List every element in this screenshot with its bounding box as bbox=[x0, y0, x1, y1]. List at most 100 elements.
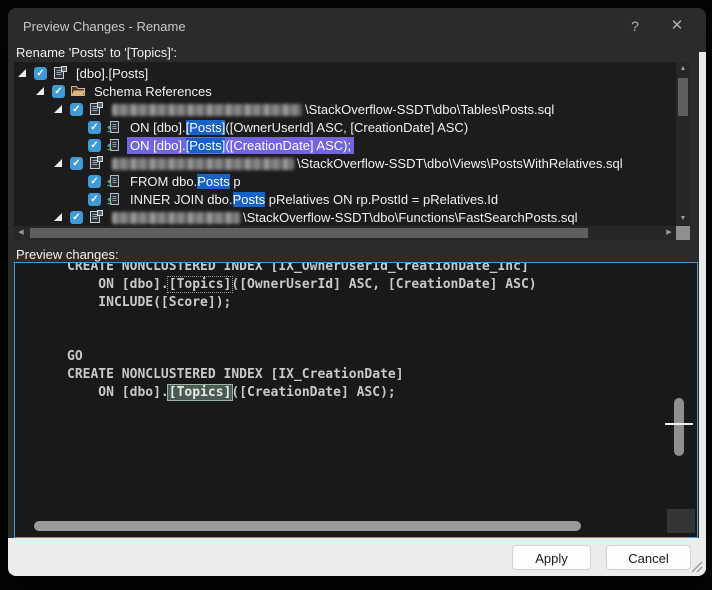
label-text: FROM dbo. bbox=[130, 174, 197, 189]
tree-row[interactable]: ✓ Schema References bbox=[14, 82, 676, 100]
tree-row-label: \StackOverflow-SSDT\dbo\Tables\Posts.sql bbox=[109, 101, 557, 118]
tree-row[interactable]: ✓ \StackOverflow-SSDT\dbo\Tables\Posts.sq… bbox=[14, 100, 676, 118]
code-text: INCLUDE([Score]); bbox=[67, 295, 231, 310]
code-scrollbar-corner bbox=[667, 509, 695, 533]
reference-tree-panel: ✓ [dbo].[Posts] ✓ Schema References ✓ \StackO… bbox=[14, 62, 690, 240]
desktop-backdrop: Preview Changes - Rename ? ✕ Rename 'Pos… bbox=[0, 0, 712, 590]
checkbox-icon[interactable]: ✓ bbox=[88, 139, 101, 152]
expander-icon[interactable] bbox=[54, 213, 62, 221]
label-text: INNER JOIN dbo. bbox=[130, 192, 233, 207]
scrollbar-change-marker bbox=[665, 423, 693, 425]
tree-vscroll-thumb[interactable] bbox=[678, 78, 688, 116]
code-vscroll-thumb[interactable] bbox=[674, 398, 684, 456]
dialog-edge-strip bbox=[699, 52, 706, 538]
code-text: GO bbox=[67, 349, 83, 364]
code-line: GO bbox=[67, 348, 537, 366]
sql-code: CREATE NONCLUSTERED INDEX [IX_OwnerUserI… bbox=[67, 262, 537, 402]
label-text: ([CreationDate] ASC); bbox=[225, 138, 351, 153]
label-text: ON [dbo]. bbox=[130, 138, 186, 153]
table-icon bbox=[52, 65, 69, 81]
tree-row-label: [dbo].[Posts] bbox=[73, 65, 151, 82]
code-hscroll-thumb[interactable] bbox=[34, 521, 581, 531]
dialog-footer: Apply Cancel bbox=[8, 538, 706, 576]
scroll-left-icon[interactable]: ◀ bbox=[14, 226, 28, 240]
preview-changes-label: Preview changes: bbox=[16, 247, 119, 262]
redacted-path bbox=[112, 104, 302, 116]
reference-icon bbox=[106, 191, 123, 207]
renamed-token: [Posts] bbox=[186, 120, 226, 135]
checkbox-icon[interactable]: ✓ bbox=[52, 85, 65, 98]
expander-icon[interactable] bbox=[18, 69, 26, 77]
renamed-token: [Posts] bbox=[186, 138, 226, 153]
tree-row-label: ON [dbo].[Posts]([OwnerUserId] ASC, [Cre… bbox=[127, 119, 471, 136]
code-text: ON [dbo]. bbox=[67, 277, 169, 292]
tree-row[interactable]: ✓ FROM dbo.Posts p bbox=[14, 172, 676, 190]
tree-row[interactable]: ✓ ON [dbo].[Posts]([CreationDate] ASC); bbox=[14, 136, 676, 154]
resize-grip-icon[interactable] bbox=[689, 559, 703, 573]
checkbox-icon[interactable]: ✓ bbox=[70, 157, 83, 170]
tree-row[interactable]: ✓ \StackOverflow-SSDT\dbo\Functions\FastS… bbox=[14, 208, 676, 226]
code-line: ON [dbo].[Topics]([CreationDate] ASC); bbox=[67, 384, 537, 402]
code-line: ON [dbo].[Topics]([OwnerUserId] ASC, [Cr… bbox=[67, 276, 537, 294]
tree-row[interactable]: ✓ \StackOverflow-SSDT\dbo\Views\PostsWith… bbox=[14, 154, 676, 172]
tree-row[interactable]: ✓ ON [dbo].[Posts]([OwnerUserId] ASC, [Cr… bbox=[14, 118, 676, 136]
help-icon[interactable]: ? bbox=[624, 15, 646, 37]
reference-tree: ✓ [dbo].[Posts] ✓ Schema References ✓ \StackO… bbox=[14, 64, 676, 226]
checkbox-icon[interactable]: ✓ bbox=[34, 67, 47, 80]
reference-icon bbox=[106, 137, 123, 153]
cancel-button[interactable]: Cancel bbox=[606, 545, 691, 570]
label-text: p bbox=[230, 174, 241, 189]
code-text: CREATE NONCLUSTERED INDEX [IX_CreationDa… bbox=[67, 367, 404, 382]
scrollbar-corner bbox=[676, 226, 690, 240]
tree-horizontal-scrollbar[interactable]: ◀ ▶ bbox=[14, 226, 676, 240]
expander-icon[interactable] bbox=[36, 87, 44, 95]
expander-icon[interactable] bbox=[54, 105, 62, 113]
rename-target-token: [Topics] bbox=[167, 276, 234, 293]
rename-target-token: [Topics] bbox=[167, 384, 234, 401]
checkbox-icon[interactable]: ✓ bbox=[88, 175, 101, 188]
scroll-up-icon[interactable]: ▲ bbox=[676, 62, 690, 76]
code-line bbox=[67, 312, 537, 330]
sql-file-icon bbox=[88, 101, 105, 117]
tree-hscroll-thumb[interactable] bbox=[30, 228, 588, 238]
code-line: CREATE NONCLUSTERED INDEX [IX_CreationDa… bbox=[67, 366, 537, 384]
code-line: INCLUDE([Score]); bbox=[67, 294, 537, 312]
tree-row-label: \StackOverflow-SSDT\dbo\Views\PostsWithR… bbox=[109, 155, 626, 172]
scroll-right-icon[interactable]: ▶ bbox=[662, 226, 676, 240]
checkbox-icon[interactable]: ✓ bbox=[70, 103, 83, 116]
code-text: ON [dbo]. bbox=[67, 385, 169, 400]
scroll-down-icon[interactable]: ▼ bbox=[676, 212, 690, 226]
code-text: ([CreationDate] ASC); bbox=[231, 385, 395, 400]
reference-icon bbox=[106, 119, 123, 135]
renamed-token: Posts bbox=[233, 192, 266, 207]
tree-row[interactable]: ✓ [dbo].[Posts] bbox=[14, 64, 676, 82]
expander-icon[interactable] bbox=[54, 159, 62, 167]
close-icon[interactable]: ✕ bbox=[666, 15, 688, 37]
tree-row-label: ON [dbo].[Posts]([CreationDate] ASC); bbox=[127, 137, 354, 154]
apply-button[interactable]: Apply bbox=[512, 545, 591, 570]
code-text: CREATE NONCLUSTERED INDEX [IX_OwnerUserI… bbox=[67, 262, 529, 274]
checkbox-icon[interactable]: ✓ bbox=[88, 193, 101, 206]
renamed-token: Posts bbox=[197, 174, 230, 189]
tree-row-label: \StackOverflow-SSDT\dbo\Functions\FastSe… bbox=[109, 209, 581, 226]
tree-row-label: INNER JOIN dbo.Posts pRelatives ON rp.Po… bbox=[127, 191, 501, 208]
preview-changes-dialog: Preview Changes - Rename ? ✕ Rename 'Pos… bbox=[8, 8, 706, 576]
rename-label: Rename 'Posts' to '[Topics]': bbox=[16, 45, 177, 60]
label-text: ON [dbo]. bbox=[130, 120, 186, 135]
label-text: pRelatives ON rp.PostId = pRelatives.Id bbox=[265, 192, 498, 207]
redacted-path bbox=[112, 158, 294, 170]
folder-icon bbox=[70, 83, 87, 99]
titlebar[interactable]: Preview Changes - Rename ? ✕ bbox=[8, 8, 706, 42]
tree-vertical-scrollbar[interactable]: ▲ ▼ bbox=[676, 62, 690, 226]
sql-file-icon bbox=[88, 155, 105, 171]
code-text: ([OwnerUserId] ASC, [CreationDate] ASC) bbox=[231, 277, 536, 292]
tree-row[interactable]: ✓ INNER JOIN dbo.Posts pRelatives ON rp.P… bbox=[14, 190, 676, 208]
label-text: \StackOverflow-SSDT\dbo\Tables\Posts.sql bbox=[305, 102, 554, 117]
tree-row-label: FROM dbo.Posts p bbox=[127, 173, 244, 190]
label-text: \StackOverflow-SSDT\dbo\Functions\FastSe… bbox=[243, 210, 578, 225]
code-line: CREATE NONCLUSTERED INDEX [IX_OwnerUserI… bbox=[67, 262, 537, 276]
preview-code-panel[interactable]: CREATE NONCLUSTERED INDEX [IX_OwnerUserI… bbox=[14, 262, 698, 538]
checkbox-icon[interactable]: ✓ bbox=[70, 211, 83, 224]
label-text: Schema References bbox=[94, 84, 212, 99]
checkbox-icon[interactable]: ✓ bbox=[88, 121, 101, 134]
